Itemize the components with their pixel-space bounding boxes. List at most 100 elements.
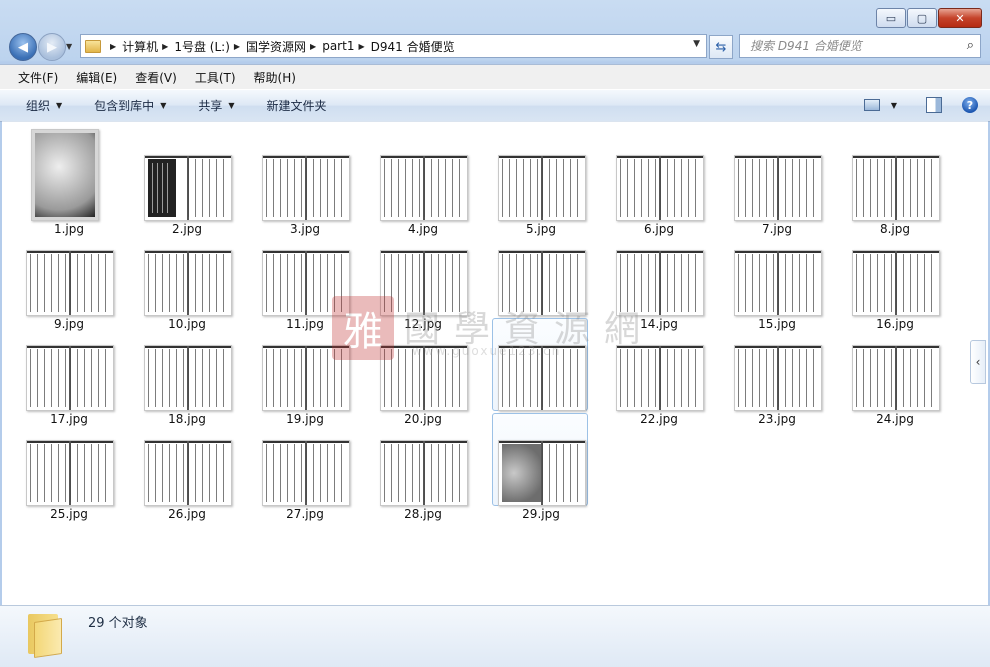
file-item[interactable]: 10.jpg bbox=[138, 223, 234, 331]
caret-down-icon: ▼ bbox=[228, 101, 235, 110]
menu-tools[interactable]: 工具(T) bbox=[187, 69, 244, 86]
file-item[interactable]: 7.jpg bbox=[728, 128, 824, 236]
file-item[interactable]: 13.jpg bbox=[492, 223, 588, 331]
chevron-right-icon[interactable]: ▶ bbox=[162, 42, 168, 51]
include-in-library-button[interactable]: 包含到库中 ▼ bbox=[84, 97, 176, 114]
close-button[interactable]: ✕ bbox=[938, 8, 982, 28]
breadcrumb-separator[interactable]: ▶ bbox=[106, 42, 122, 51]
image-thumbnail bbox=[852, 345, 940, 411]
chevron-right-icon[interactable]: ▶ bbox=[310, 42, 316, 51]
window-controls: ▭ ▢ ✕ bbox=[875, 8, 982, 28]
file-name: 27.jpg bbox=[286, 507, 324, 521]
image-thumbnail bbox=[31, 129, 99, 221]
image-thumbnail bbox=[144, 345, 232, 411]
image-thumbnail bbox=[144, 155, 232, 221]
file-item[interactable]: 24.jpg bbox=[846, 318, 942, 426]
file-item[interactable]: 28.jpg bbox=[374, 413, 470, 521]
image-thumbnail bbox=[26, 250, 114, 316]
file-item[interactable]: 12.jpg bbox=[374, 223, 470, 331]
file-list-pane[interactable]: 1.jpg 2.jpg 3.jpg 4.jpg 5.jpg 6.jpg 7.jpg 8.jpg… bbox=[2, 121, 988, 605]
breadcrumb-item-drive[interactable]: 1号盘 (L:) ▶ bbox=[174, 38, 246, 55]
file-item[interactable]: 4.jpg bbox=[374, 128, 470, 236]
recent-pages-dropdown[interactable]: ▼ bbox=[66, 42, 72, 51]
address-history-dropdown[interactable]: ▼ bbox=[693, 39, 700, 49]
file-item[interactable]: 20.jpg bbox=[374, 318, 470, 426]
breadcrumb-item-computer[interactable]: 计算机 ▶ bbox=[122, 38, 174, 55]
search-input[interactable] bbox=[748, 38, 962, 54]
file-item[interactable]: 29.jpg bbox=[492, 413, 588, 521]
file-item[interactable]: 5.jpg bbox=[492, 128, 588, 236]
image-thumbnail bbox=[734, 345, 822, 411]
collapse-pane-button[interactable]: ‹ bbox=[970, 340, 986, 384]
file-item[interactable]: 22.jpg bbox=[610, 318, 706, 426]
breadcrumb-item-current[interactable]: D941 合婚便览 bbox=[371, 38, 455, 55]
search-icon[interactable]: ⌕ bbox=[967, 38, 974, 53]
file-item[interactable]: 6.jpg bbox=[610, 128, 706, 236]
refresh-button[interactable]: ⇆ bbox=[709, 35, 733, 59]
file-name: 26.jpg bbox=[168, 507, 206, 521]
image-thumbnail bbox=[498, 345, 586, 411]
search-box[interactable]: ⌕ bbox=[739, 34, 981, 58]
menu-edit[interactable]: 编辑(E) bbox=[68, 69, 125, 86]
chevron-right-icon[interactable]: ▶ bbox=[358, 42, 364, 51]
new-folder-button[interactable]: 新建文件夹 bbox=[257, 97, 337, 114]
change-view-button[interactable] bbox=[862, 95, 882, 115]
preview-pane-icon bbox=[926, 97, 942, 113]
file-item[interactable]: 16.jpg bbox=[846, 223, 942, 331]
file-item[interactable]: 8.jpg bbox=[846, 128, 942, 236]
forward-button[interactable]: ▶ bbox=[38, 33, 66, 61]
refresh-icon: ⇆ bbox=[715, 39, 727, 55]
file-item[interactable]: 15.jpg bbox=[728, 223, 824, 331]
image-thumbnail bbox=[380, 440, 468, 506]
file-item[interactable]: 11.jpg bbox=[256, 223, 352, 331]
file-item[interactable]: 23.jpg bbox=[728, 318, 824, 426]
help-button[interactable]: ? bbox=[960, 95, 980, 115]
menu-view[interactable]: 查看(V) bbox=[127, 69, 185, 86]
help-icon: ? bbox=[962, 97, 978, 113]
details-pane: 29 个对象 bbox=[0, 605, 990, 667]
file-item[interactable]: 17.jpg bbox=[20, 318, 116, 426]
file-item[interactable]: 19.jpg bbox=[256, 318, 352, 426]
image-thumbnail bbox=[144, 250, 232, 316]
file-item[interactable]: 9.jpg bbox=[20, 223, 116, 331]
menu-file[interactable]: 文件(F) bbox=[10, 69, 66, 86]
file-name: 29.jpg bbox=[522, 507, 560, 521]
file-item[interactable]: 25.jpg bbox=[20, 413, 116, 521]
maximize-button[interactable]: ▢ bbox=[907, 8, 937, 28]
menu-help[interactable]: 帮助(H) bbox=[246, 69, 304, 86]
file-item[interactable]: 3.jpg bbox=[256, 128, 352, 236]
chevron-right-icon: ▶ bbox=[110, 41, 117, 51]
arrow-left-icon: ◀ bbox=[18, 39, 28, 55]
breadcrumb-item-guoxue[interactable]: 国学资源网 ▶ bbox=[246, 38, 322, 55]
image-thumbnail bbox=[498, 155, 586, 221]
breadcrumb-item-part1[interactable]: part1 ▶ bbox=[322, 39, 370, 53]
file-name: 24.jpg bbox=[876, 412, 914, 426]
image-thumbnail bbox=[262, 345, 350, 411]
preview-pane-button[interactable] bbox=[924, 95, 944, 115]
file-name: 25.jpg bbox=[50, 507, 88, 521]
file-item[interactable]: 27.jpg bbox=[256, 413, 352, 521]
address-bar[interactable]: ▶ 计算机 ▶ 1号盘 (L:) ▶ 国学资源网 ▶ part1 ▶ D941 合婚便览… bbox=[80, 34, 707, 58]
arrow-right-icon: ▶ bbox=[47, 39, 57, 55]
title-bar: ▭ ▢ ✕ bbox=[0, 0, 990, 30]
file-item[interactable]: 2.jpg bbox=[138, 128, 234, 236]
image-thumbnail bbox=[262, 250, 350, 316]
file-item[interactable]: 21.jpg bbox=[492, 318, 588, 426]
menu-bar: 文件(F) 编辑(E) 查看(V) 工具(T) 帮助(H) bbox=[0, 64, 990, 89]
file-item[interactable]: 14.jpg bbox=[610, 223, 706, 331]
image-thumbnail bbox=[144, 440, 232, 506]
file-item[interactable]: 26.jpg bbox=[138, 413, 234, 521]
minimize-button[interactable]: ▭ bbox=[876, 8, 906, 28]
organize-button[interactable]: 组织 ▼ bbox=[16, 97, 72, 114]
image-thumbnail bbox=[26, 440, 114, 506]
image-thumbnail bbox=[498, 440, 586, 506]
share-button[interactable]: 共享 ▼ bbox=[188, 97, 244, 114]
chevron-right-icon[interactable]: ▶ bbox=[234, 42, 240, 51]
back-button[interactable]: ◀ bbox=[9, 33, 37, 61]
image-thumbnail bbox=[262, 155, 350, 221]
file-item[interactable]: 18.jpg bbox=[138, 318, 234, 426]
file-item[interactable]: 1.jpg bbox=[20, 128, 116, 236]
image-thumbnail bbox=[380, 155, 468, 221]
view-options-dropdown[interactable]: ▼ bbox=[884, 95, 904, 115]
navigation-row: ◀ ▶ ▼ ▶ 计算机 ▶ 1号盘 (L:) ▶ 国学资源网 ▶ part1 ▶ D94… bbox=[0, 30, 990, 62]
